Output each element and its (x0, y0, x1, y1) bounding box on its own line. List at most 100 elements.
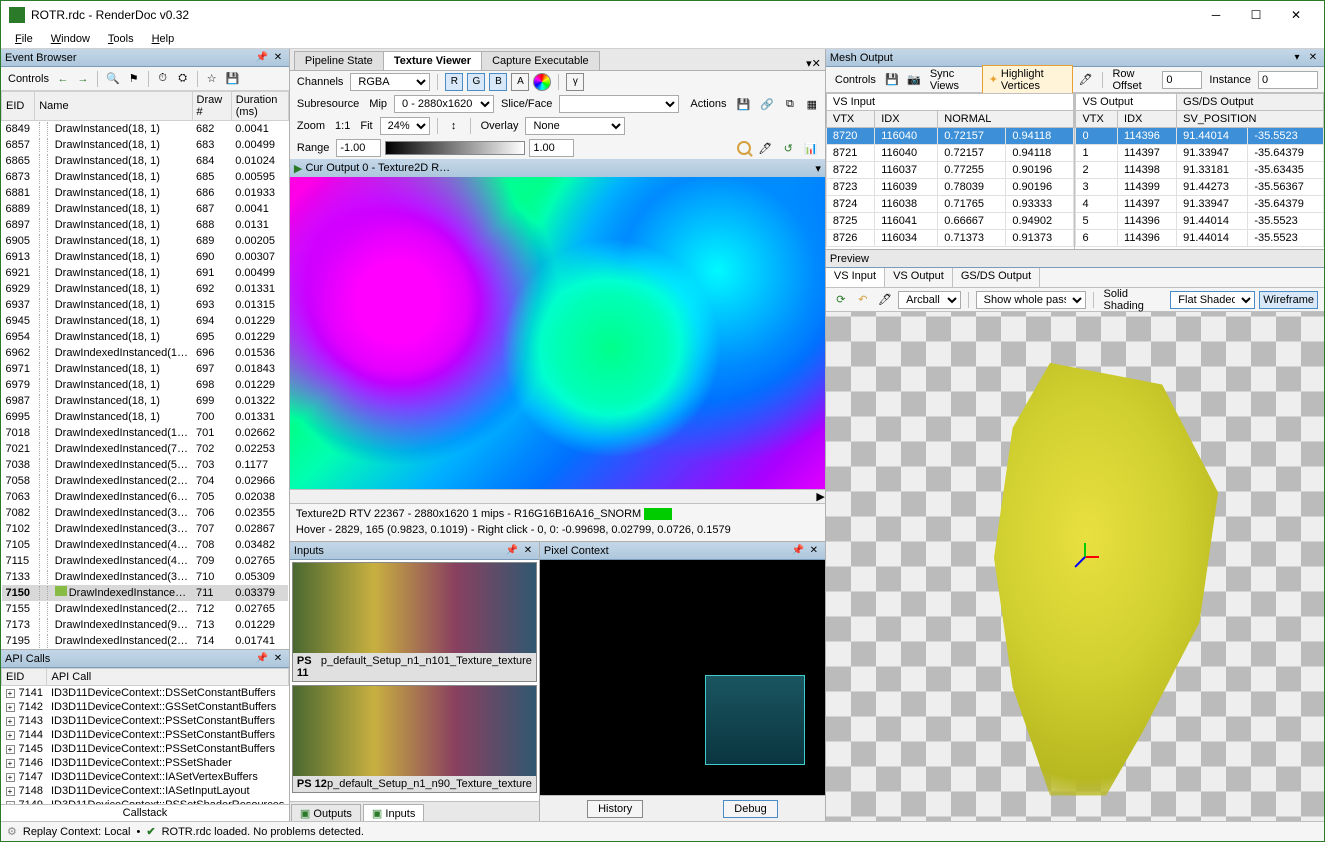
wand-icon[interactable]: 🖊 (876, 291, 894, 309)
event-row[interactable]: 7173DrawIndexedInstanced(9…7130.01229 (2, 617, 289, 633)
range-high-input[interactable] (529, 139, 574, 157)
tab-outputs[interactable]: ▣ Outputs (291, 804, 361, 821)
event-row[interactable]: 7115DrawIndexedInstanced(4…7090.02765 (2, 553, 289, 569)
col-name[interactable]: Name (35, 92, 192, 121)
wand-icon[interactable]: 🖊 (1077, 71, 1095, 89)
close-icon[interactable]: ✕ (1306, 51, 1320, 65)
col-draw[interactable]: Draw # (192, 92, 231, 121)
camera-icon[interactable]: 📷 (905, 71, 923, 89)
mip-select[interactable]: 0 - 2880x1620 (394, 95, 494, 113)
reset-icon[interactable]: ↺ (779, 139, 797, 157)
vertex-row[interactable]: 87231160390.780390.90196 (826, 179, 1074, 196)
pin-icon[interactable]: 📌 (255, 652, 269, 666)
wireframe-button[interactable]: Wireframe (1259, 291, 1318, 309)
menu-window[interactable]: Window (43, 31, 98, 47)
channel-r-button[interactable]: R (445, 73, 463, 91)
api-calls-table[interactable]: EID API Call +7141ID3D11DeviceContext::D… (1, 668, 289, 804)
pin-icon[interactable]: 📌 (791, 544, 805, 558)
vs-input-table[interactable]: VS Input VTX IDX NORMAL 87201160400.7215… (826, 93, 1076, 249)
clock-icon[interactable]: ⏱ (154, 70, 172, 88)
api-call-row[interactable]: +7144ID3D11DeviceContext::PSSetConstantB… (2, 728, 289, 742)
filter-icon[interactable]: ⛭ (174, 70, 192, 88)
event-table[interactable]: EID Name Draw # Duration (ms) 6849DrawIn… (1, 91, 289, 649)
vertex-row[interactable]: 87261160340.713730.91373 (826, 230, 1074, 247)
event-row[interactable]: 7105DrawIndexedInstanced(4…7080.03482 (2, 537, 289, 553)
wand-icon[interactable]: 🖊 (755, 139, 775, 157)
vertex-row[interactable]: 311439991.44273-35.56367 (1076, 179, 1324, 196)
event-row[interactable]: 6881DrawInstanced(18, 1)6860.01933 (2, 185, 289, 201)
preview-tab-gsds[interactable]: GS/DS Output (953, 268, 1040, 287)
bookmark-icon[interactable]: ☆ (203, 70, 221, 88)
vertex-row[interactable]: 611439691.44014-35.5523 (1076, 230, 1324, 247)
tab-vs-input[interactable]: VS Input (826, 94, 1074, 111)
tab-texture-viewer[interactable]: Texture Viewer (383, 51, 482, 70)
event-row[interactable]: 6889DrawInstanced(18, 1)6870.0041 (2, 201, 289, 217)
api-call-row[interactable]: +7141ID3D11DeviceContext::DSSetConstantB… (2, 686, 289, 701)
tab-gsds-output[interactable]: GS/DS Output (1177, 94, 1324, 111)
event-row[interactable]: 6897DrawInstanced(18, 1)6880.0131 (2, 217, 289, 233)
save-icon[interactable]: 💾 (733, 95, 753, 113)
menu-tools[interactable]: Tools (100, 31, 142, 47)
event-row[interactable]: 7082DrawIndexedInstanced(3…7060.02355 (2, 505, 289, 521)
api-call-row[interactable]: +7143ID3D11DeviceContext::PSSetConstantB… (2, 714, 289, 728)
event-row[interactable]: 6873DrawInstanced(18, 1)6850.00595 (2, 169, 289, 185)
grid-icon[interactable]: ▦ (803, 95, 821, 113)
zoom-select[interactable]: 24% (380, 117, 430, 135)
tab-vs-output[interactable]: VS Output (1076, 94, 1177, 111)
preview-tab-vs-output[interactable]: VS Output (885, 268, 953, 287)
save-icon[interactable]: 💾 (883, 71, 901, 89)
vertex-row[interactable]: 87201160400.721570.94118 (826, 128, 1074, 145)
tab-inputs[interactable]: ▣ Inputs (363, 804, 424, 821)
vertex-row[interactable]: 87211160400.721570.94118 (826, 145, 1074, 162)
dropdown-icon[interactable]: ▾ (1290, 51, 1304, 65)
event-row[interactable]: 7195DrawIndexedInstanced(2…7140.01741 (2, 633, 289, 649)
event-row[interactable]: 6954DrawInstanced(18, 1)6950.01229 (2, 329, 289, 345)
highlight-vertices-button[interactable]: ✦Highlight Vertices (982, 65, 1073, 95)
event-row[interactable]: 6905DrawInstanced(18, 1)6890.00205 (2, 233, 289, 249)
tab-capture-executable[interactable]: Capture Executable (481, 51, 600, 70)
flip-y-icon[interactable]: ↕ (445, 117, 463, 135)
channel-g-button[interactable]: G (467, 73, 485, 91)
event-row[interactable]: 7038DrawIndexedInstanced(5…7030.1177 (2, 457, 289, 473)
vertex-row[interactable]: 511439691.44014-35.5523 (1076, 213, 1324, 230)
event-row[interactable]: 6913DrawInstanced(18, 1)6900.00307 (2, 249, 289, 265)
popout-icon[interactable]: ⧉ (781, 95, 799, 113)
input-thumbnail[interactable]: PS 11p_default_Setup_n1_n101_Texture_tex… (292, 562, 537, 682)
event-row[interactable]: 6995DrawInstanced(18, 1)7000.01331 (2, 409, 289, 425)
pin-icon[interactable]: 📌 (255, 51, 269, 65)
vertex-row[interactable]: 011439691.44014-35.5523 (1076, 128, 1324, 145)
zoom-fit-button[interactable]: Fit (357, 117, 375, 135)
col-eid[interactable]: EID (2, 669, 47, 686)
vertex-row[interactable]: 87251160410.666670.94902 (826, 213, 1074, 230)
event-row[interactable]: 6937DrawInstanced(18, 1)6930.01315 (2, 297, 289, 313)
gamma-button[interactable]: γ (566, 73, 584, 91)
col-call[interactable]: API Call (47, 669, 288, 686)
camera-mode-select[interactable]: Arcball (898, 291, 961, 309)
event-row[interactable]: 6865DrawInstanced(18, 1)6840.01024 (2, 153, 289, 169)
history-button[interactable]: History (587, 800, 643, 818)
overlay-select[interactable]: None (525, 117, 625, 135)
vertex-row[interactable]: 211439891.33181-35.63435 (1076, 162, 1324, 179)
range-low-input[interactable] (336, 139, 381, 157)
event-row[interactable]: 7021DrawIndexedInstanced(7…7020.02253 (2, 441, 289, 457)
tab-pipeline-state[interactable]: Pipeline State (294, 51, 384, 70)
maximize-button[interactable]: ☐ (1236, 4, 1276, 26)
event-row[interactable]: 6921DrawInstanced(18, 1)6910.00499 (2, 265, 289, 281)
rainbow-icon[interactable] (533, 73, 551, 91)
close-icon[interactable]: ✕ (271, 51, 285, 65)
texture-view[interactable] (290, 177, 825, 489)
vertex-row[interactable]: 111439791.33947-35.64379 (1076, 145, 1324, 162)
preview-tab-vs-input[interactable]: VS Input (826, 268, 885, 287)
api-call-row[interactable]: +7142ID3D11DeviceContext::GSSetConstantB… (2, 700, 289, 714)
slice-select[interactable] (559, 95, 679, 113)
event-row[interactable]: 7150DrawIndexedInstance…7110.03379 (2, 585, 289, 601)
range-slider[interactable] (385, 141, 525, 155)
zoom-range-icon[interactable] (737, 141, 751, 155)
callstack-toggle[interactable]: Callstack (1, 804, 289, 821)
row-offset-input[interactable] (1162, 71, 1202, 89)
pixel-context-view[interactable] (540, 560, 825, 795)
debug-button[interactable]: Debug (723, 800, 777, 818)
shading-select[interactable]: Flat Shaded (1170, 291, 1255, 309)
col-duration[interactable]: Duration (ms) (231, 92, 288, 121)
vertex-row[interactable]: 87221160370.772550.90196 (826, 162, 1074, 179)
